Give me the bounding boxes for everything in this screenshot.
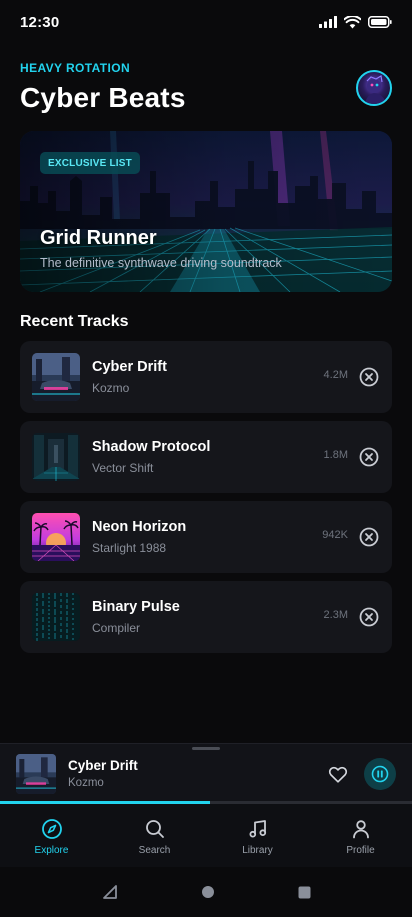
track-play-count: 942K: [322, 529, 348, 541]
track-row[interactable]: Binary Pulse Compiler 2.3M: [20, 581, 392, 653]
nav-search-label: Search: [138, 845, 171, 856]
avatar-image: [364, 75, 387, 104]
status-time: 12:30: [20, 13, 60, 31]
nav-search[interactable]: Search: [103, 804, 206, 867]
track-artist: Compiler: [92, 621, 141, 635]
bottom-navigation: Explore Search Library Profile: [0, 804, 412, 867]
featured-title: Grid Runner: [40, 227, 157, 249]
nav-explore-label: Explore: [34, 845, 69, 856]
featured-playlist-card[interactable]: EXCLUSIVE LIST Grid Runner The definitiv…: [20, 131, 392, 292]
track-title: Neon Horizon: [92, 519, 187, 535]
track-title: Binary Pulse: [92, 599, 180, 615]
remove-track-icon[interactable]: [359, 527, 379, 547]
nav-profile-label: Profile: [346, 845, 375, 856]
mini-player[interactable]: Cyber Drift Kozmo: [0, 743, 412, 804]
track-artist: Kozmo: [92, 381, 130, 395]
track-artwork: [32, 593, 80, 641]
section-eyebrow: HEAVY ROTATION: [20, 61, 131, 75]
track-play-count: 2.3M: [323, 609, 348, 621]
user-icon: [352, 820, 369, 839]
remove-track-icon[interactable]: [359, 367, 379, 387]
nav-library[interactable]: Library: [206, 804, 309, 867]
wifi-icon: [344, 15, 361, 28]
track-play-count: 4.2M: [323, 369, 348, 381]
home-circle-icon[interactable]: [201, 885, 215, 899]
recent-tracks-heading: Recent Tracks: [20, 313, 129, 330]
status-bar: 12:30: [0, 0, 412, 44]
track-artwork: [32, 353, 80, 401]
page-title: Cyber Beats: [20, 82, 186, 113]
battery-icon: [368, 16, 392, 28]
remove-track-icon[interactable]: [359, 607, 379, 627]
track-row[interactable]: Neon Horizon Starlight 1988 942K: [20, 501, 392, 573]
compass-icon: [41, 819, 62, 839]
nav-profile[interactable]: Profile: [309, 804, 412, 867]
track-title: Cyber Drift: [92, 359, 167, 375]
search-icon: [145, 820, 164, 838]
back-triangle-icon[interactable]: [102, 884, 118, 900]
track-title: Shadow Protocol: [92, 439, 211, 455]
track-row[interactable]: Shadow Protocol Vector Shift 1.8M: [20, 421, 392, 493]
featured-subtitle: The definitive synthwave driving soundtr…: [40, 256, 282, 270]
nav-explore[interactable]: Explore: [0, 804, 103, 867]
track-artist: Vector Shift: [92, 461, 154, 475]
track-artist: Starlight 1988: [92, 541, 167, 555]
heart-icon[interactable]: [327, 763, 349, 785]
recents-square-icon[interactable]: [298, 886, 311, 899]
now-playing-artwork: [16, 754, 56, 794]
system-navigation-bar: [0, 867, 412, 917]
exclusive-badge: EXCLUSIVE LIST: [40, 152, 140, 174]
pause-button[interactable]: [364, 758, 396, 790]
drag-handle[interactable]: [192, 747, 220, 750]
track-artwork: [32, 433, 80, 481]
status-icons: [319, 15, 392, 29]
now-playing-title: Cyber Drift: [68, 758, 138, 773]
nav-library-label: Library: [242, 845, 273, 856]
pause-icon: [371, 765, 389, 783]
track-play-count: 1.8M: [323, 449, 348, 461]
avatar[interactable]: [356, 70, 392, 106]
music-note-icon: [249, 820, 266, 838]
now-playing-artist: Kozmo: [68, 777, 104, 789]
remove-track-icon[interactable]: [359, 447, 379, 467]
track-row[interactable]: Cyber Drift Kozmo 4.2M: [20, 341, 392, 413]
track-artwork: [32, 513, 80, 561]
signal-icon: [319, 16, 337, 28]
